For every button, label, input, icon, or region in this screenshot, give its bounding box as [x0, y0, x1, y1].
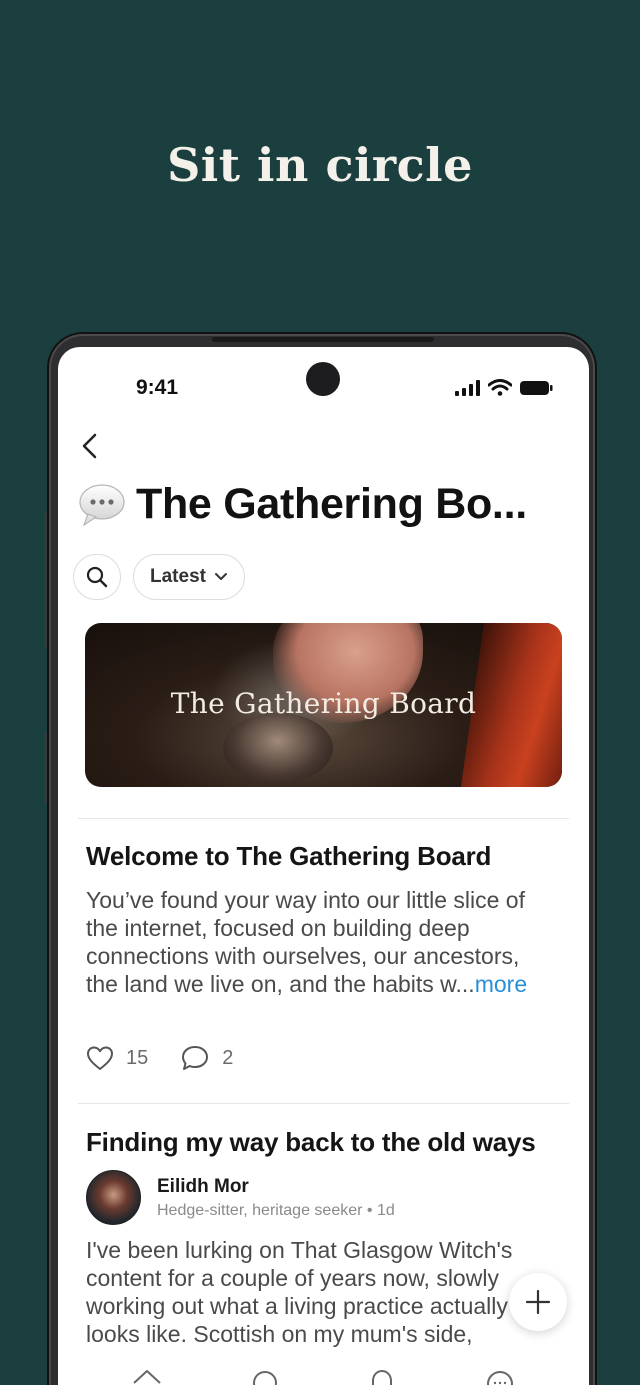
- post-stats: 15 2: [86, 1044, 255, 1072]
- comment-button[interactable]: 2: [180, 1044, 233, 1072]
- speech-bubble-icon: [79, 483, 125, 527]
- speaker-slot: [212, 337, 434, 342]
- chat-icon: [487, 1371, 514, 1385]
- search-icon: [86, 566, 108, 588]
- comment-count: 2: [222, 1046, 234, 1069]
- home-icon: [133, 1370, 161, 1384]
- board-banner: The Gathering Board: [85, 623, 562, 787]
- wifi-icon: [488, 379, 512, 396]
- tab-home[interactable]: [127, 1367, 167, 1385]
- author-row[interactable]: Eilidh Mor Hedge-sitter, heritage seeker…: [86, 1170, 395, 1225]
- avatar[interactable]: [86, 1170, 141, 1225]
- plus-icon: [525, 1289, 551, 1315]
- new-post-button[interactable]: [509, 1273, 567, 1331]
- tab-messages[interactable]: [480, 1367, 520, 1385]
- post-title[interactable]: Finding my way back to the old ways: [86, 1127, 536, 1158]
- search-button[interactable]: [73, 554, 121, 600]
- post-body[interactable]: I've been lurking on That Glasgow Witch'…: [86, 1236, 556, 1348]
- divider: [78, 1103, 569, 1104]
- phone-screen: 9:41 The Gathering Bo... Latest The Gath…: [58, 347, 589, 1385]
- tab-bar: [58, 1367, 589, 1385]
- battery-icon: [520, 380, 553, 395]
- heart-icon: [87, 1046, 113, 1070]
- chevron-left-icon[interactable]: [76, 431, 106, 461]
- tab-explore[interactable]: [245, 1367, 285, 1385]
- explore-icon: [252, 1371, 277, 1385]
- cellular-signal-icon: [455, 379, 480, 396]
- filter-row: Latest: [73, 554, 245, 600]
- post-title[interactable]: Welcome to The Gathering Board: [86, 841, 491, 872]
- status-time: 9:41: [136, 376, 179, 399]
- post-body-text: You’ve found your way into our little sl…: [86, 887, 525, 997]
- author-meta: Hedge-sitter, heritage seeker • 1d: [157, 1201, 395, 1219]
- banner-title: The Gathering Board: [170, 687, 477, 720]
- board-title: The Gathering Bo...: [136, 480, 527, 528]
- promo-headline: Sit in circle: [167, 138, 473, 192]
- sort-dropdown[interactable]: Latest: [133, 554, 245, 600]
- front-camera: [306, 362, 340, 396]
- chevron-down-icon: [214, 573, 227, 580]
- like-button[interactable]: 15: [86, 1045, 148, 1071]
- board-header: The Gathering Bo...: [78, 480, 527, 529]
- banner-bowl: [223, 713, 333, 783]
- author-name[interactable]: Eilidh Mor: [157, 1176, 395, 1198]
- like-count: 15: [126, 1046, 149, 1069]
- comment-icon: [182, 1046, 209, 1070]
- tab-notifications[interactable]: [362, 1367, 402, 1385]
- post-body[interactable]: You’ve found your way into our little sl…: [86, 886, 556, 998]
- bell-icon: [372, 1369, 393, 1385]
- divider: [78, 818, 569, 819]
- sort-label: Latest: [150, 566, 206, 587]
- status-icons: [455, 379, 553, 396]
- author-info: Eilidh Mor Hedge-sitter, heritage seeker…: [157, 1176, 395, 1220]
- more-link[interactable]: more: [475, 971, 527, 997]
